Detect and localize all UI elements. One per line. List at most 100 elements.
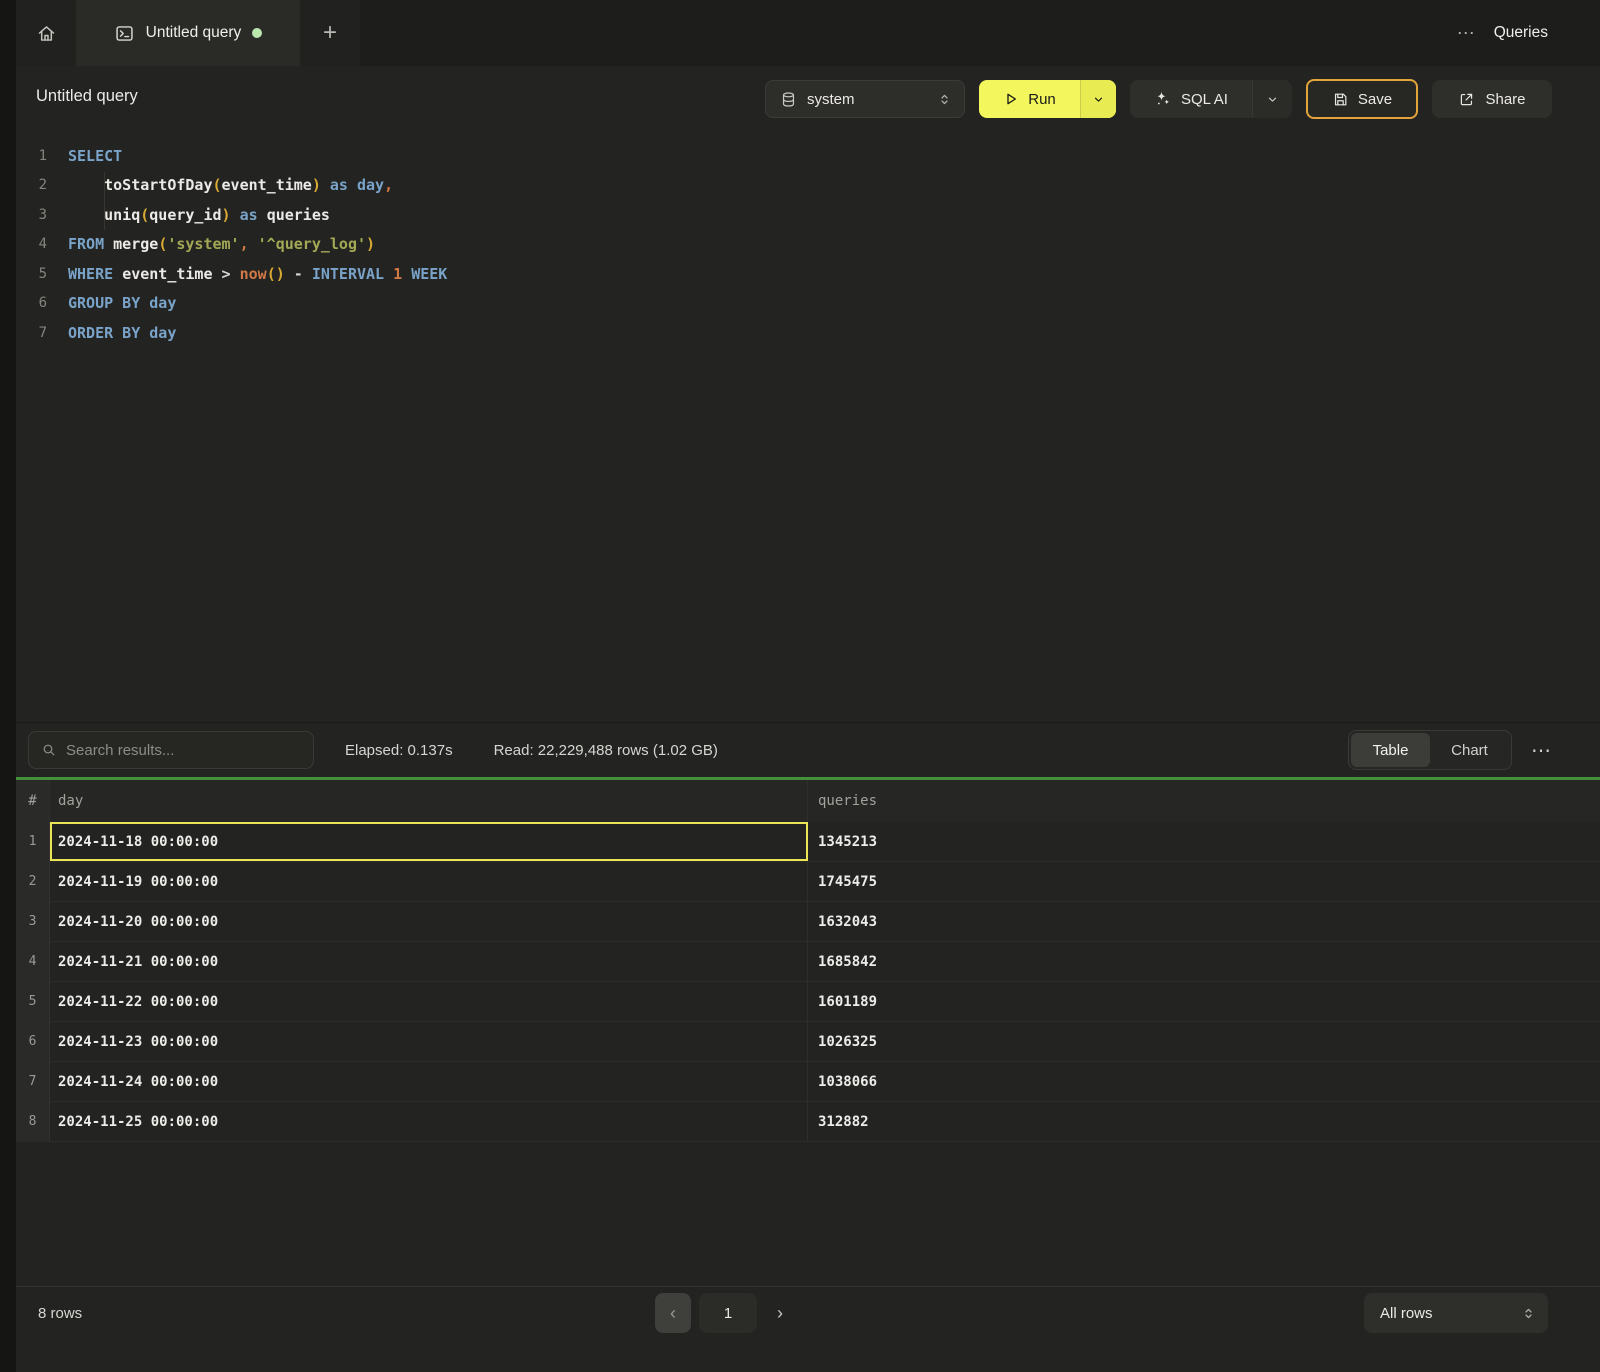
pagination: ‹ 1 › [655,1293,795,1333]
results-menu-button[interactable]: ⋯ [1531,738,1552,763]
cell-queries[interactable]: 1345213 [808,822,1600,861]
row-number: 5 [16,982,50,1021]
code-text: uniq(query_id) as queries [47,206,330,224]
sql-ai-button[interactable]: SQL AI [1130,80,1252,118]
next-page-button[interactable]: › [765,1293,795,1333]
tab-chart-view[interactable]: Chart [1430,733,1509,767]
code-line[interactable]: 2 toStartOfDay(event_time) as day, [16,171,1600,201]
search-box[interactable] [28,731,314,769]
run-options-button[interactable] [1080,80,1116,118]
table-body: 12024-11-18 00:00:00134521322024-11-19 0… [16,822,1600,1142]
table-header-row: # day queries [16,780,1600,822]
cell-day[interactable]: 2024-11-22 00:00:00 [50,982,808,1021]
table-row: 32024-11-20 00:00:001632043 [16,902,1600,942]
cell-day[interactable]: 2024-11-19 00:00:00 [50,862,808,901]
sql-ai-options-button[interactable] [1252,80,1292,118]
results-table: # day queries 12024-11-18 00:00:00134521… [16,780,1600,1142]
code-line[interactable]: 7ORDER BY day [16,318,1600,348]
cell-day-selected[interactable]: 2024-11-18 00:00:00 [50,822,808,861]
table-row: 12024-11-18 00:00:001345213 [16,822,1600,862]
sql-editor[interactable]: 1SELECT2 toStartOfDay(event_time) as day… [16,130,1600,722]
row-number: 1 [16,822,50,861]
cell-queries[interactable]: 1601189 [808,982,1600,1021]
run-button[interactable]: Run [979,80,1080,118]
code-line[interactable]: 1SELECT [16,141,1600,171]
new-tab-button[interactable]: + [300,0,360,66]
results-toolbar: Elapsed: 0.137s Read: 22,229,488 rows (1… [16,722,1600,777]
save-icon [1332,91,1349,108]
cell-queries[interactable]: 1685842 [808,942,1600,981]
database-selector[interactable]: system [765,80,965,118]
current-page-button[interactable]: 1 [699,1293,757,1333]
row-number: 6 [16,1022,50,1061]
chevron-down-icon [1266,93,1279,106]
indent-guide [104,172,105,230]
tab-table-view[interactable]: Table [1351,733,1430,767]
share-button[interactable]: Share [1432,80,1552,118]
cell-queries[interactable]: 1632043 [808,902,1600,941]
cell-queries[interactable]: 312882 [808,1102,1600,1141]
code-text: ORDER BY day [47,324,176,342]
code-text: SELECT [47,147,122,165]
table-row: 42024-11-21 00:00:001685842 [16,942,1600,982]
line-number: 3 [16,207,47,223]
tab-untitled-query[interactable]: Untitled query [76,0,300,66]
save-label: Save [1358,91,1392,108]
database-icon [780,91,797,108]
queries-link[interactable]: Queries [1494,24,1548,42]
code-line[interactable]: 6GROUP BY day [16,289,1600,319]
share-icon [1458,91,1475,108]
code-line[interactable]: 3 uniq(query_id) as queries [16,200,1600,230]
sparkles-icon [1154,90,1172,108]
unsaved-dot-icon [252,28,262,38]
ellipsis-icon[interactable]: ⋯ [1457,23,1476,44]
code-line[interactable]: 5WHERE event_time > now() - INTERVAL 1 W… [16,259,1600,289]
home-button[interactable] [16,0,76,66]
code-text: GROUP BY day [47,294,176,312]
cell-day[interactable]: 2024-11-23 00:00:00 [50,1022,808,1061]
column-header-queries[interactable]: queries [808,780,1600,822]
cell-day[interactable]: 2024-11-25 00:00:00 [50,1102,808,1141]
row-number: 2 [16,862,50,901]
home-icon [36,23,57,44]
row-number: 8 [16,1102,50,1141]
cell-queries[interactable]: 1026325 [808,1022,1600,1061]
line-number: 2 [16,177,47,193]
code-text: toStartOfDay(event_time) as day, [47,176,393,194]
row-number: 3 [16,902,50,941]
toolbar-actions: system Run [765,79,1552,119]
line-number: 5 [16,266,47,282]
search-icon [41,742,57,758]
search-input[interactable] [66,742,301,759]
run-label: Run [1028,91,1056,108]
cell-queries[interactable]: 1038066 [808,1062,1600,1101]
read-stat: Read: 22,229,488 rows (1.02 GB) [494,742,718,759]
queries-breadcrumb: ⋯ Queries [1457,0,1548,66]
sql-ai-label: SQL AI [1181,91,1228,108]
cell-queries[interactable]: 1745475 [808,862,1600,901]
code-line[interactable]: 4FROM merge('system', '^query_log') [16,230,1600,260]
tab-bar: Untitled query + ⋯ Queries [0,0,1600,66]
cell-day[interactable]: 2024-11-24 00:00:00 [50,1062,808,1101]
run-button-group: Run [979,80,1116,118]
sql-ai-button-group: SQL AI [1130,80,1292,118]
tab-title: Untitled query [146,24,242,42]
cell-day[interactable]: 2024-11-20 00:00:00 [50,902,808,941]
left-edge-strip [0,0,16,1372]
up-down-chevrons-icon [1521,1306,1536,1321]
table-row: 82024-11-25 00:00:00312882 [16,1102,1600,1142]
up-down-chevrons-icon [937,92,952,107]
results-footer: 8 rows ‹ 1 › All rows [16,1286,1600,1372]
database-value: system [807,91,855,108]
column-header-index[interactable]: # [16,780,50,822]
column-header-day[interactable]: day [50,780,808,822]
page-size-selector[interactable]: All rows [1364,1293,1548,1333]
line-number: 4 [16,236,47,252]
cell-day[interactable]: 2024-11-21 00:00:00 [50,942,808,981]
line-number: 1 [16,148,47,164]
line-number: 7 [16,325,47,341]
table-row: 22024-11-19 00:00:001745475 [16,862,1600,902]
code-text: FROM merge('system', '^query_log') [47,235,375,253]
previous-page-button[interactable]: ‹ [655,1293,691,1333]
save-button[interactable]: Save [1306,79,1418,119]
